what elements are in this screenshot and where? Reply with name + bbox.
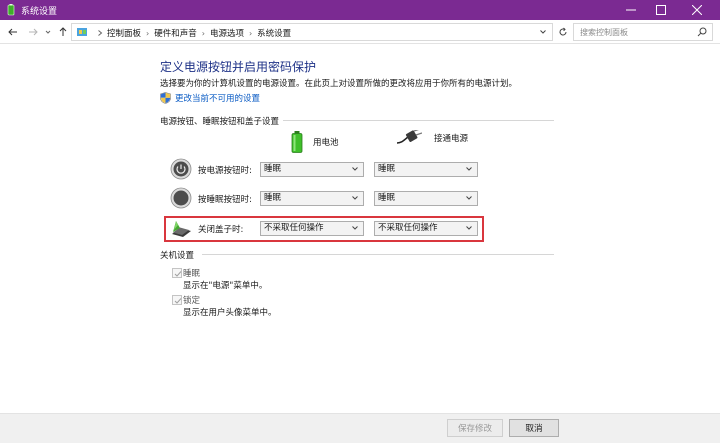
back-arrow-icon bbox=[8, 28, 17, 36]
chevron-right-icon: › bbox=[201, 28, 205, 38]
power-button-plugged-select[interactable]: 睡眠 bbox=[374, 162, 478, 177]
plugged-column-header: 接通电源 bbox=[396, 130, 468, 146]
laptop-lid-icon bbox=[172, 221, 191, 237]
sleep-button-battery-select[interactable]: 睡眠 bbox=[260, 191, 364, 206]
chevron-down-icon bbox=[352, 167, 358, 171]
title-bar: 系统设置 bbox=[0, 0, 720, 20]
section-divider bbox=[202, 254, 554, 255]
power-button-icon bbox=[170, 158, 192, 180]
selected-value: 睡眠 bbox=[264, 193, 282, 203]
back-button[interactable] bbox=[6, 25, 20, 39]
checkmark-icon bbox=[174, 271, 182, 277]
battery-icon bbox=[291, 131, 303, 153]
close-icon bbox=[692, 5, 702, 15]
refresh-button[interactable] bbox=[555, 23, 571, 41]
chevron-down-icon bbox=[466, 196, 472, 200]
selected-value: 不采取任何操作 bbox=[264, 223, 324, 233]
chevron-down-icon bbox=[45, 30, 51, 34]
selected-value: 睡眠 bbox=[264, 164, 282, 174]
sleep-checkbox-description: 显示在"电源"菜单中。 bbox=[183, 281, 268, 291]
checkmark-icon bbox=[174, 298, 182, 304]
window-title: 系统设置 bbox=[21, 7, 58, 17]
address-field[interactable]: 控制面板 › 硬件和声音 › 电源选项 › 系统设置 bbox=[71, 23, 553, 41]
forward-arrow-icon bbox=[29, 28, 38, 36]
change-unavailable-settings-link[interactable]: 更改当前不可用的设置 bbox=[175, 92, 260, 104]
search-input[interactable] bbox=[580, 26, 690, 38]
selected-value: 睡眠 bbox=[378, 193, 396, 203]
sleep-checkbox-label: 睡眠 bbox=[183, 269, 201, 279]
power-plug-icon bbox=[396, 130, 422, 144]
cancel-button[interactable]: 取消 bbox=[509, 419, 559, 437]
refresh-icon bbox=[559, 27, 567, 36]
close-button[interactable] bbox=[682, 0, 712, 20]
plugged-label: 接通电源 bbox=[434, 134, 469, 144]
chevron-right-icon: › bbox=[248, 28, 253, 38]
breadcrumb-item-control-panel[interactable]: 控制面板 bbox=[107, 27, 141, 39]
sleep-checkbox[interactable] bbox=[172, 268, 182, 278]
chevron-down-icon bbox=[466, 167, 472, 171]
up-button[interactable] bbox=[56, 25, 70, 39]
search-box[interactable] bbox=[573, 23, 713, 41]
section-title-text: 关机设置 bbox=[160, 251, 195, 261]
page-title: 定义电源按钮并启用密码保护 bbox=[160, 60, 317, 74]
change-settings-link-row[interactable]: 更改当前不可用的设置 bbox=[160, 92, 260, 104]
lid-close-battery-select[interactable]: 不采取任何操作 bbox=[260, 221, 364, 236]
address-bar: 控制面板 › 硬件和声音 › 电源选项 › 系统设置 bbox=[0, 20, 720, 44]
power-button-battery-select[interactable]: 睡眠 bbox=[260, 162, 364, 177]
control-panel-icon bbox=[77, 28, 87, 36]
shutdown-section-title: 关机设置 bbox=[160, 249, 194, 261]
lid-close-label: 关闭盖子时: bbox=[198, 225, 244, 235]
selected-value: 睡眠 bbox=[378, 164, 396, 174]
maximize-button[interactable] bbox=[646, 0, 676, 20]
footer-bar: 保存修改 取消 bbox=[0, 413, 720, 443]
up-arrow-icon bbox=[59, 27, 67, 36]
search-icon[interactable] bbox=[697, 27, 707, 37]
chevron-down-icon[interactable] bbox=[539, 28, 547, 36]
breadcrumb-item-hardware-sound[interactable]: 硬件和声音 bbox=[154, 27, 197, 39]
forward-button[interactable] bbox=[26, 25, 40, 39]
section-divider bbox=[283, 120, 554, 121]
lock-checkbox-description: 显示在用户头像菜单中。 bbox=[183, 308, 277, 318]
maximize-icon bbox=[656, 5, 666, 15]
power-buttons-section-title: 电源按钮、睡眠按钮和盖子设置 bbox=[160, 115, 279, 127]
recent-dropdown-button[interactable] bbox=[41, 25, 55, 39]
uac-shield-icon bbox=[160, 92, 171, 104]
lid-close-plugged-select[interactable]: 不采取任何操作 bbox=[374, 221, 478, 236]
minimize-button[interactable] bbox=[616, 0, 646, 20]
sleep-button-plugged-select[interactable]: 睡眠 bbox=[374, 191, 478, 206]
battery-column-header: 用电池 bbox=[291, 131, 339, 153]
chevron-right-icon: › bbox=[146, 28, 150, 38]
chevron-down-icon bbox=[352, 196, 358, 200]
battery-label: 用电池 bbox=[313, 138, 339, 148]
lock-checkbox-label: 锁定 bbox=[183, 296, 201, 306]
sleep-button-label: 按睡眠按钮时: bbox=[198, 195, 252, 205]
page-description: 选择要为你的计算机设置的电源设置。在此页上对设置所做的更改将应用于你所有的电源计… bbox=[160, 79, 518, 89]
power-button-label: 按电源按钮时: bbox=[198, 166, 252, 176]
chevron-right-icon bbox=[98, 30, 103, 36]
sleep-button-icon bbox=[170, 187, 192, 209]
minimize-icon bbox=[626, 9, 636, 11]
breadcrumb-item-power-options[interactable]: 电源选项 bbox=[210, 27, 244, 39]
lock-checkbox[interactable] bbox=[172, 295, 182, 305]
section-title-text: 电源按钮、睡眠按钮和盖子设置 bbox=[160, 117, 280, 127]
breadcrumb: 控制面板 › 硬件和声音 › 电源选项 › 系统设置 bbox=[97, 27, 291, 39]
breadcrumb-item-system-settings[interactable]: 系统设置 bbox=[257, 27, 291, 39]
chevron-down-icon bbox=[466, 226, 472, 230]
battery-app-icon bbox=[7, 4, 15, 16]
save-changes-button[interactable]: 保存修改 bbox=[447, 419, 503, 437]
selected-value: 不采取任何操作 bbox=[378, 223, 438, 233]
chevron-down-icon bbox=[352, 226, 358, 230]
